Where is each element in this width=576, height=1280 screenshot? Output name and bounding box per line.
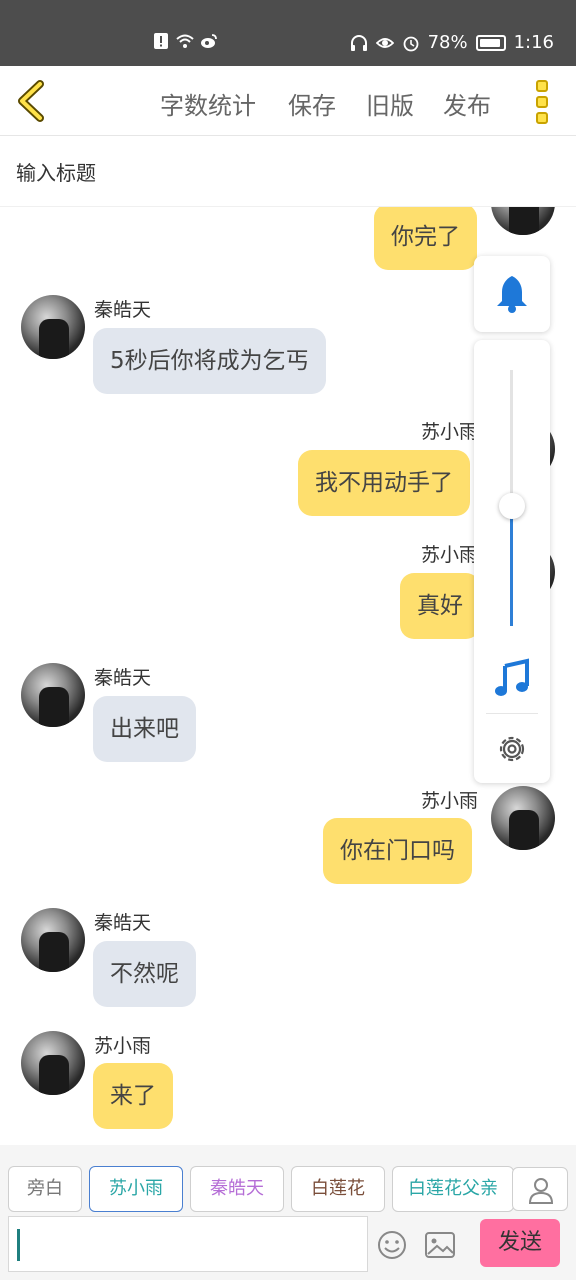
panel-divider	[486, 713, 538, 714]
role-chip-qin-haotian[interactable]: 秦皓天	[190, 1166, 284, 1212]
avatar[interactable]	[21, 1031, 85, 1095]
status-bar: 78% 1:16	[0, 0, 576, 66]
chat-bubble[interactable]: 5秒后你将成为乞丐	[93, 328, 326, 394]
role-chip-label: 旁白	[27, 1178, 63, 1199]
old-version-button[interactable]: 旧版	[366, 86, 414, 121]
sender-name: 苏小雨	[421, 790, 479, 812]
avatar[interactable]	[21, 908, 85, 972]
notification-button[interactable]	[474, 256, 550, 332]
sender-name: 秦皓天	[94, 299, 152, 321]
battery-percent: 78%	[427, 32, 468, 53]
alert-icon	[154, 33, 168, 49]
chat-bubble[interactable]: 来了	[93, 1063, 173, 1129]
more-menu-icon[interactable]	[536, 80, 552, 124]
role-chip-bai-lianhua[interactable]: 白莲花	[291, 1166, 385, 1212]
chat-bubble[interactable]: 出来吧	[93, 696, 196, 762]
clock: 1:16	[513, 32, 554, 53]
headphone-icon	[350, 34, 367, 51]
sender-name: 苏小雨	[421, 544, 479, 566]
weibo-icon	[201, 34, 217, 48]
chat-bubble[interactable]: 我不用动手了	[298, 450, 470, 516]
music-note-icon[interactable]	[494, 658, 530, 698]
image-icon[interactable]	[424, 1231, 456, 1259]
message-input[interactable]	[8, 1216, 368, 1272]
status-left-icons	[152, 32, 218, 50]
chat-bubble[interactable]: 真好	[400, 573, 480, 639]
role-chip-label: 白莲花	[311, 1178, 365, 1199]
role-chip-bai-lianhua-father[interactable]: 白莲花父亲	[392, 1166, 514, 1212]
avatar[interactable]	[491, 786, 555, 850]
sender-name: 苏小雨	[94, 1035, 152, 1057]
person-icon	[528, 1178, 554, 1204]
chat-bubble[interactable]: 你完了	[374, 207, 477, 270]
role-chip-label: 秦皓天	[210, 1178, 264, 1199]
sender-name: 苏小雨	[421, 421, 479, 443]
text-cursor	[17, 1229, 20, 1261]
save-button[interactable]: 保存	[288, 86, 336, 121]
status-right-icons: 78% 1:16	[350, 32, 554, 53]
publish-button[interactable]: 发布	[443, 86, 491, 121]
role-chip-narrator[interactable]: 旁白	[8, 1166, 82, 1212]
top-nav: 字数统计 保存 旧版 发布	[0, 66, 576, 136]
volume-slider-knob[interactable]	[499, 492, 525, 519]
role-chip-label: 苏小雨	[109, 1178, 163, 1199]
back-arrow-icon[interactable]	[14, 80, 48, 122]
tool-panel	[474, 340, 550, 783]
send-button[interactable]: 发送	[480, 1219, 560, 1267]
battery-icon	[475, 34, 506, 51]
avatar[interactable]	[21, 295, 85, 359]
eye-icon	[375, 37, 394, 48]
alarm-icon	[403, 36, 418, 51]
add-role-button[interactable]	[512, 1167, 568, 1211]
role-chip-su-xiaoyu[interactable]: 苏小雨	[89, 1166, 183, 1212]
avatar[interactable]	[21, 663, 85, 727]
wifi-icon	[176, 34, 194, 48]
sender-name: 秦皓天	[94, 667, 152, 689]
bell-icon	[497, 276, 527, 313]
word-count-button[interactable]: 字数统计	[160, 86, 256, 121]
volume-slider-fill	[510, 505, 513, 626]
gear-icon[interactable]	[495, 732, 529, 766]
emoji-icon[interactable]	[376, 1229, 408, 1261]
sender-name: 秦皓天	[94, 912, 152, 934]
bottom-bar: 旁白 苏小雨 秦皓天 白莲花 白莲花父亲 发送	[0, 1145, 576, 1280]
title-row[interactable]: 输入标题	[0, 137, 576, 207]
chat-bubble[interactable]: 你在门口吗	[323, 818, 472, 884]
title-input[interactable]: 输入标题	[16, 157, 96, 186]
avatar[interactable]	[491, 207, 555, 235]
role-chip-label: 白莲花父亲	[408, 1178, 498, 1199]
chat-bubble[interactable]: 不然呢	[93, 941, 196, 1007]
